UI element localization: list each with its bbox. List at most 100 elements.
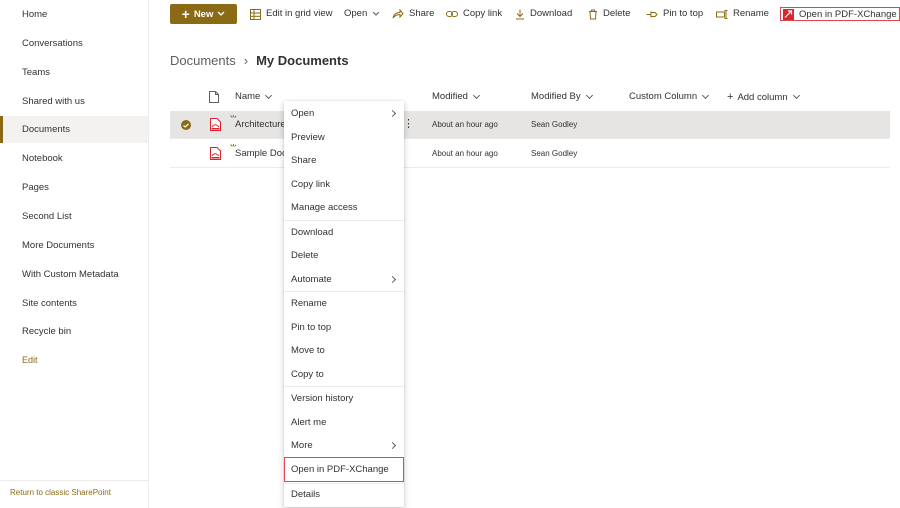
menu-item-label: Manage access <box>291 202 358 213</box>
menu-item-label: Open <box>291 108 315 119</box>
grid-icon <box>250 8 261 20</box>
share-button[interactable]: Share <box>392 4 434 24</box>
rename-icon <box>716 9 728 19</box>
nav-item-notebook[interactable]: Notebook <box>0 145 148 172</box>
menu-item-pin-to-top[interactable]: Pin to top <box>284 316 404 339</box>
row-selected-check-icon[interactable] <box>181 120 191 130</box>
menu-item-label: Pin to top <box>291 322 332 333</box>
nav-item-pages[interactable]: Pages <box>0 174 148 201</box>
table-row[interactable]: Architecture ⋮ About an hour ago Sean Go… <box>170 111 890 139</box>
menu-item-label: Details <box>291 489 321 500</box>
menu-item-more[interactable]: More <box>284 434 404 457</box>
row-modified: About an hour ago <box>432 120 498 129</box>
left-navigation: Home Conversations Teams Shared with us … <box>0 0 149 508</box>
chevron-down-icon <box>472 91 480 99</box>
menu-item-label: Copy link <box>291 179 331 190</box>
chevron-down-icon <box>372 11 380 16</box>
chevron-right-icon <box>388 109 397 118</box>
download-icon <box>516 9 524 19</box>
custom-column-header[interactable]: Custom Column <box>629 91 710 102</box>
nav-item-second-list[interactable]: Second List <box>0 203 148 230</box>
command-bar: + New Edit in grid view Open Share Copy … <box>149 0 900 29</box>
menu-item-copy-to[interactable]: Copy to <box>284 363 404 386</box>
return-to-classic-link[interactable]: Return to classic SharePoint <box>10 488 111 497</box>
add-column-label: Add column <box>737 91 788 103</box>
custom-column-label: Custom Column <box>629 91 698 102</box>
rename-button[interactable]: Rename <box>716 4 769 24</box>
trash-icon <box>589 9 597 19</box>
modified-by-column-header[interactable]: Modified By <box>531 91 593 102</box>
row-name[interactable]: Sample Doc <box>235 140 287 167</box>
menu-item-label: Move to <box>291 345 325 356</box>
row-modified: About an hour ago <box>432 149 498 158</box>
modified-column-header[interactable]: Modified <box>432 91 480 102</box>
menu-item-preview[interactable]: Preview <box>284 126 404 149</box>
nav-item-shared-with-us[interactable]: Shared with us <box>0 88 148 115</box>
open-button[interactable]: Open <box>344 4 380 24</box>
file-type-column-header[interactable] <box>209 91 219 103</box>
menu-item-move-to[interactable]: Move to <box>284 339 404 362</box>
pdfxchange-icon <box>783 8 794 20</box>
menu-item-version-history[interactable]: Version history <box>284 387 404 410</box>
name-column-label: Name <box>235 91 261 102</box>
nav-item-site-contents[interactable]: Site contents <box>0 290 148 317</box>
nav-edit-link[interactable]: Edit <box>0 347 148 374</box>
nav-footer: Return to classic SharePoint <box>0 480 148 508</box>
chevron-down-icon <box>792 91 800 100</box>
row-name[interactable]: Architecture <box>235 111 286 138</box>
nav-item-recycle-bin[interactable]: Recycle bin <box>0 318 148 345</box>
chevron-right-icon <box>388 275 397 284</box>
menu-item-details[interactable]: Details <box>284 483 404 506</box>
menu-item-label: Share <box>291 155 317 166</box>
open-label: Open <box>344 8 368 19</box>
menu-item-automate[interactable]: Automate <box>284 268 404 291</box>
modified-column-label: Modified <box>432 91 468 102</box>
menu-item-open-in-pdfxchange[interactable]: Open in PDF-XChange <box>284 457 404 482</box>
menu-item-download[interactable]: Download <box>284 221 404 244</box>
breadcrumb-current: My Documents <box>256 53 349 68</box>
menu-item-open[interactable]: Open <box>284 102 404 125</box>
copy-link-button[interactable]: Copy link <box>446 4 502 24</box>
menu-item-delete[interactable]: Delete <box>284 244 404 267</box>
nav-item-with-custom-metadata[interactable]: With Custom Metadata <box>0 261 148 288</box>
pdf-file-icon <box>210 147 221 160</box>
rename-label: Rename <box>733 8 769 19</box>
share-icon <box>392 9 404 19</box>
chevron-right-icon: › <box>243 53 249 68</box>
nav-item-documents[interactable]: Documents <box>0 116 148 143</box>
open-in-pdfxchange-button[interactable]: Open in PDF-XChange <box>780 7 900 21</box>
open-in-pdfxchange-label: Open in PDF-XChange <box>799 8 897 20</box>
chevron-down-icon <box>265 91 273 99</box>
delete-label: Delete <box>603 8 631 19</box>
breadcrumb-documents-link[interactable]: Documents <box>170 53 236 68</box>
menu-item-label: Open in PDF-XChange <box>291 464 389 475</box>
chevron-right-icon <box>388 441 397 450</box>
new-button[interactable]: + New <box>170 4 237 24</box>
download-label: Download <box>530 8 573 19</box>
more-actions-icon[interactable]: ⋮ <box>403 111 414 138</box>
nav-item-teams[interactable]: Teams <box>0 59 148 86</box>
menu-item-manage-access[interactable]: Manage access <box>284 196 404 219</box>
menu-item-copy-link[interactable]: Copy link <box>284 173 404 196</box>
name-column-header[interactable]: Name <box>235 91 273 102</box>
edit-grid-view-button[interactable]: Edit in grid view <box>250 4 333 24</box>
menu-item-rename[interactable]: Rename <box>284 292 404 315</box>
menu-item-label: Delete <box>291 250 319 261</box>
chevron-down-icon <box>702 91 710 99</box>
download-button[interactable]: Download <box>515 4 572 24</box>
delete-button[interactable]: Delete <box>588 4 630 24</box>
menu-item-share[interactable]: Share <box>284 149 404 172</box>
pin-to-top-button[interactable]: Pin to top <box>646 4 703 24</box>
context-menu: Open Preview Share Copy link Manage acce… <box>284 101 404 507</box>
row-modified-by[interactable]: Sean Godley <box>531 140 577 167</box>
nav-item-home[interactable]: Home <box>0 1 148 28</box>
nav-item-conversations[interactable]: Conversations <box>0 30 148 57</box>
menu-item-label: Rename <box>291 298 327 309</box>
table-row[interactable]: Sample Doc About an hour ago Sean Godley <box>170 140 890 168</box>
document-icon <box>209 91 219 103</box>
menu-item-alert-me[interactable]: Alert me <box>284 411 404 434</box>
row-modified-by[interactable]: Sean Godley <box>531 111 577 138</box>
edit-grid-view-label: Edit in grid view <box>266 8 333 19</box>
add-column-button[interactable]: + Add column <box>727 91 800 103</box>
nav-item-more-documents[interactable]: More Documents <box>0 232 148 259</box>
